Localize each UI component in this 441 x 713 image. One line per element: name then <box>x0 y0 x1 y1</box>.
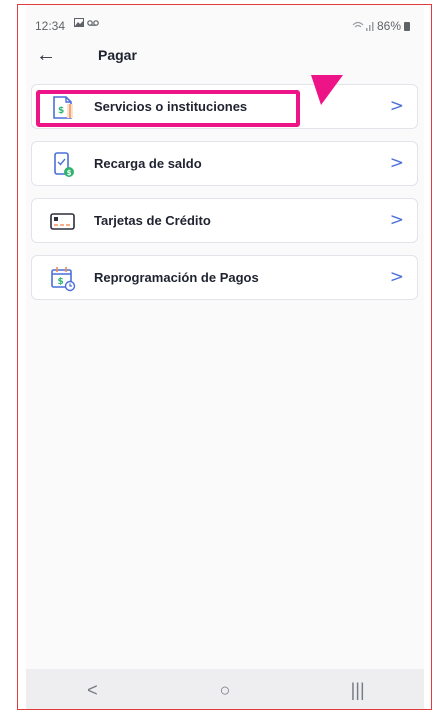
battery-percent: 86% <box>376 19 401 33</box>
menu-item-label: Recarga de saldo <box>94 156 202 171</box>
chevron-right-icon: > <box>389 153 404 173</box>
phone-screen: 12:34 86% ← Pagar $ Servicios o instituc… <box>26 5 424 709</box>
menu-item-label: Reprogramación de Pagos <box>94 270 259 285</box>
menu-item-reprogramacion[interactable]: $ Reprogramación de Pagos > <box>31 255 418 300</box>
credit-card-icon <box>50 213 75 230</box>
screenshot-frame: 12:34 86% ← Pagar $ Servicios o instituc… <box>17 4 432 710</box>
chevron-right-icon: > <box>389 267 404 287</box>
status-notification-icons <box>74 18 99 27</box>
status-bar: 12:34 86% <box>26 5 424 41</box>
menu-item-recarga[interactable]: $ Recarga de saldo > <box>31 141 418 186</box>
nav-recents-button[interactable]: ||| <box>328 680 388 701</box>
arrow-left-icon[interactable]: ← <box>36 45 56 65</box>
menu-item-label: Tarjetas de Crédito <box>94 213 211 228</box>
status-right-group: 86% <box>352 19 410 33</box>
svg-text:$: $ <box>58 277 64 287</box>
chevron-right-icon: > <box>389 96 404 116</box>
calendar-payment-icon: $ <box>51 267 76 292</box>
svg-text:$: $ <box>67 169 72 177</box>
gallery-icon <box>74 18 84 27</box>
chevron-right-icon: > <box>389 210 404 230</box>
nav-home-button[interactable]: ○ <box>195 680 255 701</box>
pointer-arrow-icon <box>311 75 343 105</box>
menu-item-tarjetas[interactable]: Tarjetas de Crédito > <box>31 198 418 243</box>
nav-back-button[interactable]: < <box>62 680 122 701</box>
voicemail-icon <box>87 19 99 26</box>
battery-icon <box>404 21 410 31</box>
status-time: 12:34 <box>35 19 66 33</box>
page-title: Pagar <box>98 47 137 63</box>
wifi-signal-icon <box>352 21 374 31</box>
phone-recharge-icon: $ <box>54 152 74 177</box>
highlight-box <box>36 90 300 127</box>
system-nav-bar: < ○ ||| <box>26 669 424 709</box>
app-header: ← Pagar <box>26 41 424 73</box>
